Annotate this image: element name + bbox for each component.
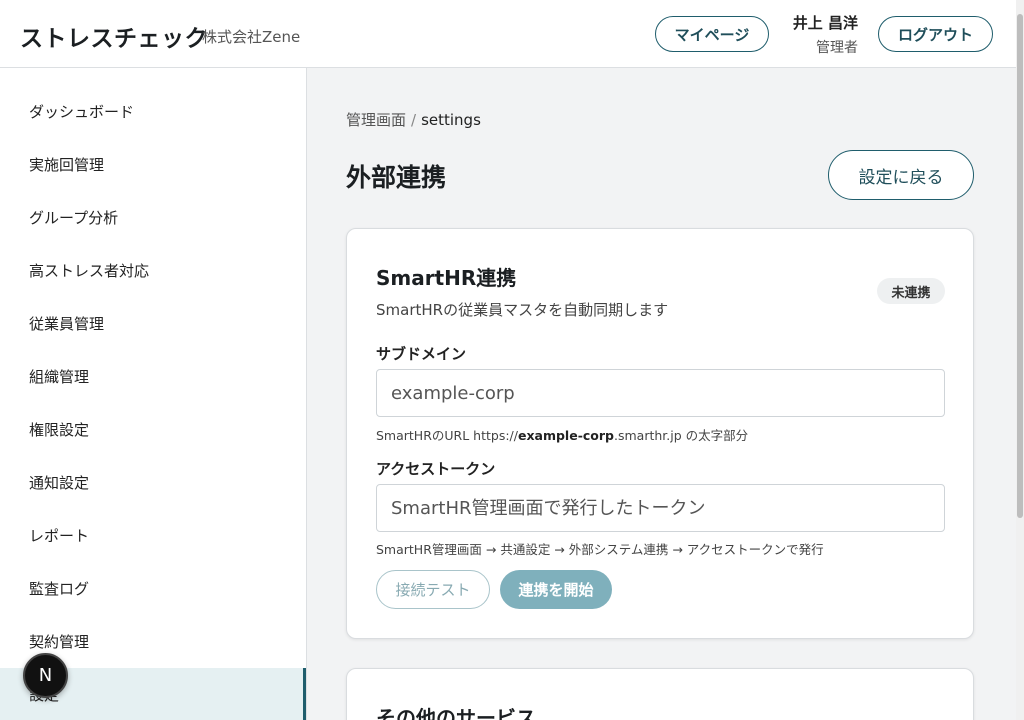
sidebar-item-label: グループ分析 [29,209,119,227]
breadcrumb-current: settings [421,111,481,129]
breadcrumb: 管理画面 / settings [346,109,481,130]
nextjs-dev-icon[interactable]: N [23,653,68,698]
smarthr-integration-card: SmartHR連携 SmartHRの従業員マスタを自動同期します 未連携 サブド… [346,228,974,639]
subdomain-hint: SmartHRのURL https://example-corp.smarthr… [376,428,749,443]
subdomain-input[interactable] [376,369,945,417]
card-title: その他のサービス [376,706,536,720]
company-name: 株式会社Zene [202,28,301,46]
sidebar-item-label: レポート [29,527,90,545]
sidebar-item-notifications[interactable]: 通知設定 [0,456,306,509]
sidebar-item-group-analysis[interactable]: グループ分析 [0,191,306,244]
sidebar-item-rounds[interactable]: 実施回管理 [0,138,306,191]
sidebar-item-label: 従業員管理 [29,315,105,333]
logout-button[interactable]: ログアウト [878,16,993,52]
scrollbar-thumb[interactable] [1017,14,1023,518]
page-scrollbar[interactable] [1016,0,1024,720]
breadcrumb-separator: / [411,111,417,129]
sidebar-item-label: 通知設定 [29,474,90,492]
sidebar-item-high-stress[interactable]: 高ストレス者対応 [0,244,306,297]
subdomain-label: サブドメイン [376,345,467,363]
sidebar: ダッシュボード 実施回管理 グループ分析 高ストレス者対応 従業員管理 組織管理… [0,68,307,720]
card-title: SmartHR連携 [376,266,517,290]
sidebar-item-employees[interactable]: 従業員管理 [0,297,306,350]
sidebar-item-label: ダッシュボード [29,103,135,121]
other-services-card: その他のサービス [346,668,974,720]
user-role: 管理者 [816,40,858,56]
status-badge: 未連携 [877,278,945,304]
connection-test-button[interactable]: 接続テスト [376,570,490,609]
sidebar-item-audit-log[interactable]: 監査ログ [0,562,306,615]
sidebar-item-label: 監査ログ [29,580,90,598]
sidebar-item-reports[interactable]: レポート [0,509,306,562]
sidebar-item-label: 契約管理 [29,633,90,651]
card-description: SmartHRの従業員マスタを自動同期します [376,301,669,319]
mypage-button[interactable]: マイページ [655,16,769,52]
sidebar-item-label: 権限設定 [29,421,90,439]
user-name: 井上 昌洋 [792,14,858,32]
app-title: ストレスチェック [20,26,208,52]
sidebar-item-organization[interactable]: 組織管理 [0,350,306,403]
sidebar-item-label: 高ストレス者対応 [29,262,150,280]
start-integration-button[interactable]: 連携を開始 [500,570,612,609]
back-to-settings-button[interactable]: 設定に戻る [828,150,974,200]
sidebar-item-dashboard[interactable]: ダッシュボード [0,85,306,138]
access-token-hint: SmartHR管理画面 → 共通設定 → 外部システム連携 → アクセストークン… [376,542,824,557]
access-token-label: アクセストークン [376,460,496,478]
access-token-input[interactable] [376,484,945,532]
sidebar-item-label: 組織管理 [29,368,90,386]
sidebar-item-label: 実施回管理 [29,156,105,174]
sidebar-item-permissions[interactable]: 権限設定 [0,403,306,456]
breadcrumb-parent-link[interactable]: 管理画面 [346,111,406,129]
page-title: 外部連携 [346,163,447,192]
top-header: ストレスチェック 株式会社Zene マイページ 井上 昌洋 管理者 ログアウト [0,0,1016,68]
